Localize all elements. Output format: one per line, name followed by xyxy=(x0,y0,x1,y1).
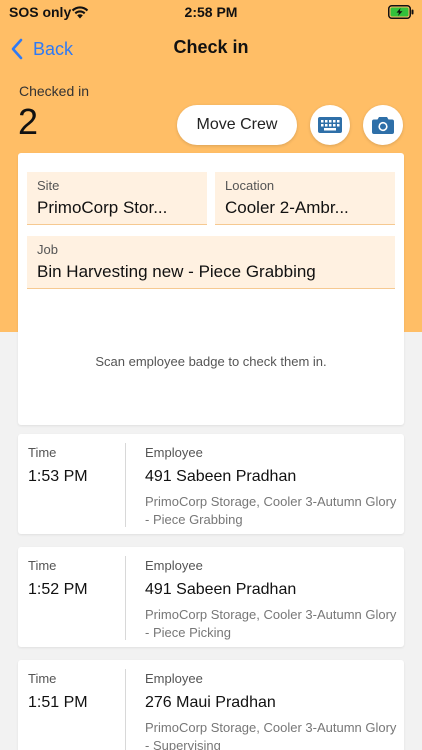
employee-label: Employee xyxy=(145,445,203,460)
camera-icon xyxy=(372,117,394,134)
employee-name: 276 Maui Pradhan xyxy=(145,694,276,711)
time-label: Time xyxy=(28,445,57,460)
time-label: Time xyxy=(28,671,57,686)
move-crew-button[interactable]: Move Crew xyxy=(177,105,297,145)
employee-detail: PrimoCorp Storage, Cooler 3-Autumn Glory… xyxy=(145,607,397,640)
employee-name: 491 Sabeen Pradhan xyxy=(145,581,297,598)
checkin-entry[interactable]: Time 1:53 PM Employee 491 Sabeen Pradhan… xyxy=(18,434,404,534)
entry-divider xyxy=(125,556,126,640)
checked-in-label: Checked in xyxy=(19,83,90,99)
location-field[interactable]: Location Cooler 2-Ambr... xyxy=(215,172,395,225)
keyboard-icon xyxy=(318,117,342,133)
entry-divider xyxy=(125,669,126,750)
time-value: 1:52 PM xyxy=(28,581,88,598)
job-field[interactable]: Job Bin Harvesting new - Piece Grabbing xyxy=(27,236,395,289)
location-value: Cooler 2-Ambr... xyxy=(225,198,349,217)
employee-name: 491 Sabeen Pradhan xyxy=(145,468,297,485)
time-label: Time xyxy=(28,558,57,573)
page-title: Check in xyxy=(173,37,249,57)
checkin-entry[interactable]: Time 1:51 PM Employee 276 Maui Pradhan P… xyxy=(18,660,404,750)
job-label: Job xyxy=(37,242,58,257)
status-bar: SOS only 2:58 PM xyxy=(0,0,422,26)
employee-label: Employee xyxy=(145,671,203,686)
entry-divider xyxy=(125,443,126,527)
time-value: 1:53 PM xyxy=(28,468,88,485)
site-label: Site xyxy=(37,178,60,193)
battery-charging-icon xyxy=(388,5,414,19)
employee-label: Employee xyxy=(145,558,203,573)
location-label: Location xyxy=(225,178,275,193)
checked-in-count: 2 xyxy=(18,101,39,142)
camera-button[interactable] xyxy=(363,105,403,145)
employee-detail: PrimoCorp Storage, Cooler 3-Autumn Glory… xyxy=(145,720,397,750)
time-value: 1:51 PM xyxy=(28,694,88,711)
employee-detail: PrimoCorp Storage, Cooler 3-Autumn Glory… xyxy=(145,494,397,527)
scan-hint: Scan employee badge to check them in. xyxy=(95,354,327,369)
job-value: Bin Harvesting new - Piece Grabbing xyxy=(37,262,316,281)
checkin-entry[interactable]: Time 1:52 PM Employee 491 Sabeen Pradhan… xyxy=(18,547,404,647)
site-field[interactable]: Site PrimoCorp Stor... xyxy=(27,172,207,225)
keyboard-button[interactable] xyxy=(310,105,350,145)
site-value: PrimoCorp Stor... xyxy=(37,198,168,217)
status-time: 2:58 PM xyxy=(184,4,238,20)
scan-card: Site PrimoCorp Stor... Location Cooler 2… xyxy=(18,153,404,425)
